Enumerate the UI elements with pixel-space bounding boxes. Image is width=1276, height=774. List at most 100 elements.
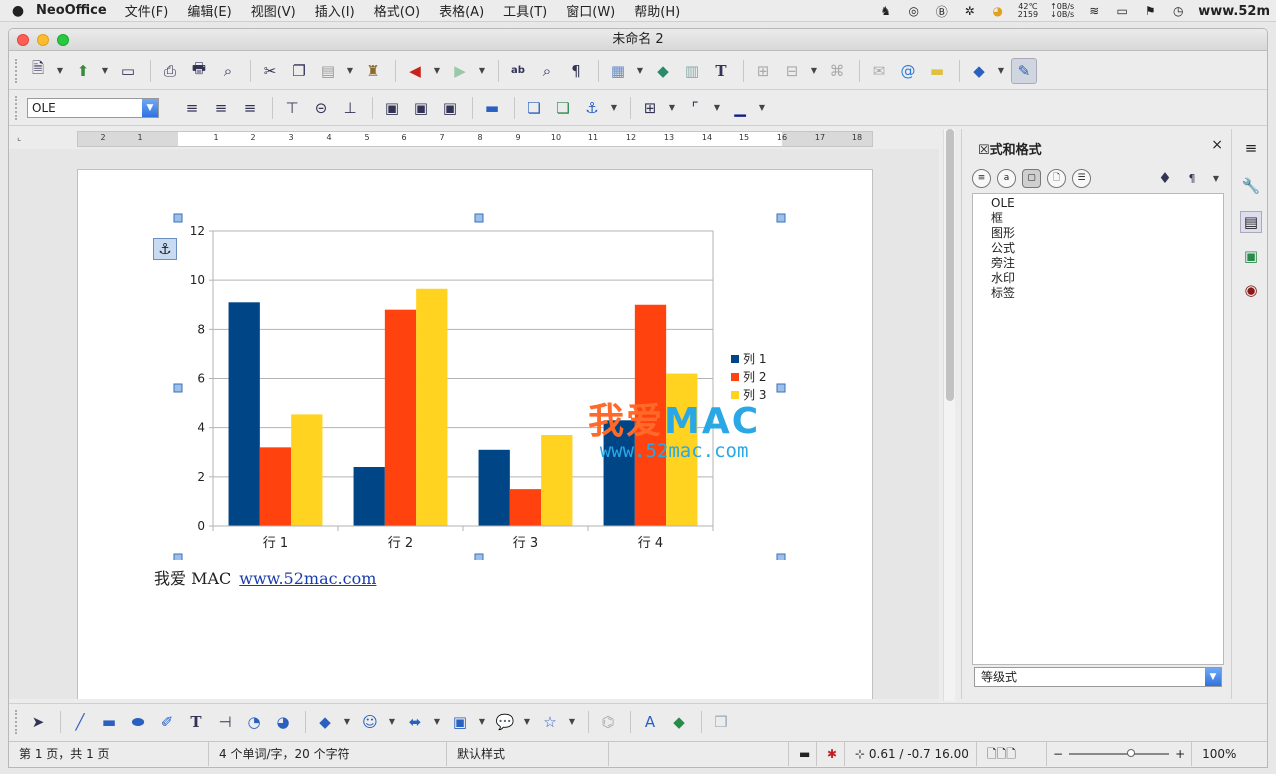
zoom-in-icon[interactable]: + [1175, 747, 1185, 761]
apple-icon[interactable]: ● [0, 3, 36, 19]
flowchart-dropdown-icon[interactable]: ▼ [476, 709, 488, 735]
symbol-shapes-icon[interactable]: ☺ [357, 709, 383, 735]
resize-handle[interactable] [474, 213, 484, 223]
close-icon[interactable]: × [1211, 137, 1223, 153]
freeform-icon[interactable]: ✐ [154, 709, 180, 735]
anchor-marker-icon[interactable]: ⚓ [153, 238, 177, 260]
align-bottom-icon[interactable]: ⊥ [337, 95, 363, 121]
save-icon[interactable]: ▭ [115, 58, 141, 84]
align-middle-icon[interactable]: ⊝ [308, 95, 334, 121]
bar[interactable] [291, 414, 323, 526]
new-style-icon[interactable]: ¶ [1183, 165, 1201, 191]
shape-dropdown-icon[interactable]: ▼ [995, 58, 1007, 84]
anchor-dropdown-icon[interactable]: ▼ [608, 95, 620, 121]
new-dropdown-icon[interactable]: ▼ [54, 58, 66, 84]
print-icon[interactable]: 🖶 [186, 58, 212, 84]
shape-icon[interactable]: ◆ [966, 58, 992, 84]
menu-help[interactable]: 帮助(H) [634, 1, 680, 20]
page-count[interactable]: 第 1 页，共 1 页 [9, 741, 209, 766]
chevron-down-icon[interactable]: ▼ [1205, 668, 1221, 686]
paste-icon[interactable]: ▤ [315, 58, 341, 84]
callouts-dropdown-icon[interactable]: ▼ [521, 709, 533, 735]
align-center-icon[interactable]: ≡ [208, 95, 234, 121]
frame-styles-icon[interactable]: ▢ [1022, 168, 1041, 188]
minimize-window-button[interactable] [37, 34, 49, 46]
flowchart-icon[interactable]: ▣ [447, 709, 473, 735]
line-icon[interactable]: ╱ [67, 709, 93, 735]
draw-pen-icon[interactable]: ✎ [1011, 57, 1037, 84]
symbol-shapes-dropdown-icon[interactable]: ▼ [386, 709, 398, 735]
borders-dropdown-icon[interactable]: ▼ [666, 95, 678, 121]
envelope-icon[interactable]: ✉ [866, 58, 892, 84]
toolbar-grip[interactable] [15, 95, 19, 120]
tab-stop-selector[interactable]: ⌞ [17, 133, 21, 143]
ellipse-icon[interactable]: ⬬ [125, 709, 151, 735]
undo-icon[interactable]: ◀ [402, 58, 428, 84]
menu-file[interactable]: 文件(F) [125, 1, 169, 20]
align-left-icon[interactable]: ≡ [179, 95, 205, 121]
command-icon[interactable]: ⌘ [824, 58, 850, 84]
from-file-icon[interactable]: ◆ [666, 709, 692, 735]
extrusion-icon[interactable]: ❒ [708, 709, 734, 735]
list-styles-icon[interactable]: ☰ [1072, 168, 1091, 188]
insert-textbox-icon[interactable]: T [708, 58, 734, 84]
open-icon[interactable]: ⬆ [70, 58, 96, 84]
properties-wrench-icon[interactable]: 🔧 [1240, 175, 1262, 197]
bring-front-icon[interactable]: ❏ [521, 95, 547, 121]
colorwheel-icon[interactable]: ◕ [990, 3, 1006, 19]
toolbar-grip[interactable] [15, 709, 19, 734]
style-list[interactable]: OLE 框 图形 公式 旁注 水印 标签 [972, 193, 1224, 665]
horizontal-ruler[interactable]: 2 1 1 2 3 4 5 6 7 8 9 10 11 12 13 14 15 … [77, 131, 873, 147]
resize-handle[interactable] [173, 553, 183, 560]
menu-insert[interactable]: 插入(I) [315, 1, 355, 20]
gear-badge-icon[interactable]: ✲ [962, 3, 978, 19]
zoom-window-button[interactable] [57, 34, 69, 46]
menu-view[interactable]: 视图(V) [251, 1, 296, 20]
fill-format-icon[interactable]: ♦ [1156, 165, 1174, 191]
note-icon[interactable]: ▬ [924, 58, 950, 84]
ole-chart[interactable]: 024681012行 1行 2行 3行 4 列 1列 2列 3 [158, 200, 798, 560]
flag-icon[interactable]: ⚑ [1142, 3, 1158, 19]
select-arrow-icon[interactable]: ➤ [25, 709, 51, 735]
resize-handle[interactable] [776, 553, 786, 560]
clock-icon[interactable]: ◷ [1170, 3, 1186, 19]
page-styles-icon[interactable]: 🗋 [1047, 168, 1066, 188]
border-color-dropdown-icon[interactable]: ▼ [756, 95, 768, 121]
insert-chart-icon[interactable]: ▥ [679, 58, 705, 84]
borders-icon[interactable]: ⊞ [637, 95, 663, 121]
bar[interactable] [541, 435, 573, 526]
anchor-icon[interactable]: ⚓ [579, 95, 605, 121]
chevron-down-icon[interactable]: ▼ [142, 98, 158, 117]
redo-icon[interactable]: ▶ [447, 58, 473, 84]
menu-tools[interactable]: 工具(T) [503, 1, 547, 20]
block-arrows-icon[interactable]: ⬌ [402, 709, 428, 735]
style-item-frame[interactable]: 框 [991, 211, 1223, 226]
b-app-icon[interactable]: Ⓑ [934, 3, 950, 19]
zoom-slider[interactable]: − + [1047, 747, 1191, 761]
border-color-icon[interactable]: ▁ [727, 95, 753, 121]
scrollbar-thumb[interactable] [946, 129, 954, 401]
resize-handle[interactable] [173, 213, 183, 223]
rectangle-icon[interactable]: ▬ [96, 709, 122, 735]
new-document-icon[interactable]: 🗎 [25, 58, 51, 84]
style-actions-dropdown-icon[interactable]: ▼ [1210, 165, 1222, 191]
menu-format[interactable]: 格式(O) [374, 1, 420, 20]
toolbar-grip[interactable] [15, 58, 19, 83]
copy-icon[interactable]: ❐ [286, 58, 312, 84]
vertical-text-icon[interactable]: ⊣ [212, 709, 238, 735]
style-item-marginalia[interactable]: 旁注 [991, 256, 1223, 271]
clock-text[interactable]: www.52m [1198, 4, 1270, 19]
export-pdf-icon[interactable]: ⎙ [157, 58, 183, 84]
border-style-icon[interactable]: ⌜ [682, 95, 708, 121]
insert-table-icon[interactable]: ▦ [605, 58, 631, 84]
zoom-level[interactable]: 100% [1191, 741, 1246, 766]
text-icon[interactable]: T [183, 709, 209, 735]
wrap-off-icon[interactable]: ▣ [379, 95, 405, 121]
open-dropdown-icon[interactable]: ▼ [99, 58, 111, 84]
border-style-dropdown-icon[interactable]: ▼ [711, 95, 723, 121]
send-back-icon[interactable]: ❏ [550, 95, 576, 121]
navigator-dropdown-icon[interactable]: ▼ [808, 58, 820, 84]
qq-icon[interactable]: ♞ [878, 3, 894, 19]
basic-shapes-dropdown-icon[interactable]: ▼ [341, 709, 353, 735]
styles-deck-icon[interactable]: ▤ [1240, 211, 1262, 233]
